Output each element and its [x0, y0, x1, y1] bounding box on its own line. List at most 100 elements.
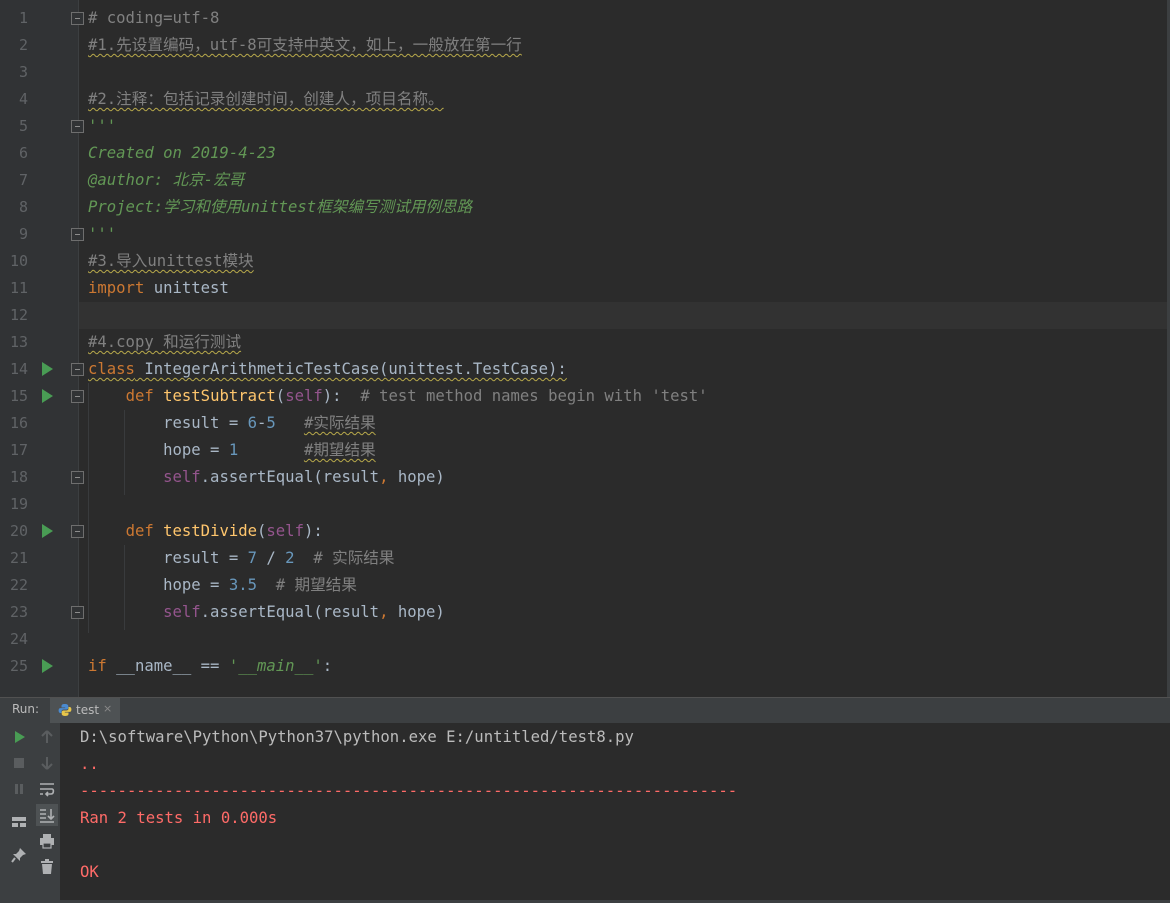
- run-gutter-icon[interactable]: [42, 524, 53, 538]
- code-token: #3.导入unittest模块: [88, 252, 254, 270]
- line-number: 11: [9, 279, 28, 297]
- line-number: 13: [9, 333, 28, 351]
- down-arrow-icon[interactable]: [37, 753, 57, 773]
- print-icon[interactable]: [37, 831, 57, 851]
- code-token: ''': [88, 117, 117, 135]
- code-token: @author: 北京-宏哥: [88, 171, 245, 189]
- code-line[interactable]: if __name__ == '__main__':: [88, 653, 332, 680]
- code-line[interactable]: @author: 北京-宏哥: [88, 167, 244, 194]
- fold-marker-icon[interactable]: [71, 606, 84, 619]
- code-token: import: [88, 279, 145, 297]
- code-line[interactable]: hope = 1 #期望结果: [88, 437, 376, 464]
- rerun-icon[interactable]: [9, 727, 29, 747]
- code-token: 2: [285, 549, 295, 567]
- code-line[interactable]: Project:学习和使用unittest框架编写测试用例思路: [88, 194, 472, 221]
- code-token: def: [125, 387, 154, 405]
- code-line[interactable]: ''': [88, 221, 116, 248]
- fold-marker-icon[interactable]: [71, 120, 84, 133]
- code-line[interactable]: #3.导入unittest模块: [88, 248, 254, 275]
- run-toolbar: [0, 723, 60, 903]
- fold-marker-icon[interactable]: [71, 390, 84, 403]
- code-line[interactable]: self.assertEqual(result, hope): [88, 464, 445, 491]
- code-token: ):: [322, 387, 361, 405]
- code-editor[interactable]: # coding=utf-8 #1.先设置编码，utf-8可支持中英文，如上，一般…: [0, 0, 1170, 697]
- code-token: ):: [303, 522, 323, 540]
- line-number: 10: [9, 252, 28, 270]
- run-tab-test[interactable]: test ×: [50, 698, 120, 723]
- code-line[interactable]: #2.注释：包括记录创建时间，创建人，项目名称。: [88, 86, 444, 113]
- stop-icon[interactable]: [9, 753, 29, 773]
- code-token: /: [257, 549, 286, 567]
- code-token: 3.5: [228, 576, 257, 594]
- run-gutter-icon[interactable]: [42, 659, 53, 673]
- code-line[interactable]: def testSubtract(self): # test method na…: [88, 383, 708, 410]
- fold-marker-icon[interactable]: [71, 363, 84, 376]
- code-line[interactable]: result = 6-5 #实际结果: [88, 410, 376, 437]
- code-token: # coding=utf-8: [88, 9, 220, 27]
- run-gutter-icon[interactable]: [42, 389, 53, 403]
- layout-icon[interactable]: [9, 812, 29, 832]
- line-number: 5: [18, 117, 28, 135]
- line-number: 24: [9, 630, 28, 648]
- current-line-highlight: [79, 302, 1168, 329]
- code-line[interactable]: result = 7 / 2 # 实际结果: [88, 545, 394, 572]
- code-line[interactable]: class IntegerArithmeticTestCase(unittest…: [88, 356, 567, 383]
- soft-wrap-icon[interactable]: [37, 779, 57, 799]
- code-token: # test method names begin with 'test': [360, 387, 708, 405]
- code-line[interactable]: self.assertEqual(result, hope): [88, 599, 445, 626]
- code-token: #期望结果: [303, 441, 376, 459]
- fold-marker-icon[interactable]: [71, 228, 84, 241]
- code-token: testSubtract: [163, 387, 276, 405]
- code-token: -: [257, 414, 267, 432]
- line-number: 6: [18, 144, 28, 162]
- trash-icon[interactable]: [37, 857, 57, 877]
- scroll-to-end-icon[interactable]: [37, 805, 57, 825]
- code-token: 6: [247, 414, 257, 432]
- code-token: (: [257, 522, 267, 540]
- line-number: 1: [18, 9, 28, 27]
- code-token: IntegerArithmeticTestCase(unittest.TestC…: [134, 360, 567, 378]
- line-number: 8: [18, 198, 28, 216]
- code-token: unittest: [144, 279, 229, 297]
- code-token: #实际结果: [303, 414, 376, 432]
- line-number: 18: [9, 468, 28, 486]
- code-line[interactable]: import unittest: [88, 275, 229, 302]
- code-line[interactable]: # coding=utf-8: [88, 5, 219, 32]
- code-line[interactable]: #4.copy 和运行测试: [88, 329, 241, 356]
- code-line[interactable]: hope = 3.5 # 期望结果: [88, 572, 357, 599]
- code-line[interactable]: Created on 2019-4-23: [88, 140, 276, 167]
- code-line[interactable]: #1.先设置编码，utf-8可支持中英文，如上，一般放在第一行: [88, 32, 522, 59]
- code-token: Project:学习和使用unittest框架编写测试用例思路: [88, 198, 473, 216]
- code-token: self: [163, 468, 201, 486]
- code-line[interactable]: ''': [88, 113, 116, 140]
- console-output[interactable]: D:\software\Python\Python37\python.exe E…: [60, 723, 1167, 900]
- code-line[interactable]: def testDivide(self):: [88, 518, 323, 545]
- code-token: #1.先设置编码，utf-8可支持中英文，如上，一般放在第一行: [88, 36, 522, 54]
- line-number: 19: [9, 495, 28, 513]
- up-arrow-icon[interactable]: [37, 727, 57, 747]
- line-number: 2: [18, 36, 28, 54]
- pin-icon[interactable]: [9, 845, 29, 865]
- code-token: result =: [88, 549, 248, 567]
- python-icon: [58, 704, 72, 716]
- run-tool-window: Run: test × D:\software\Python\Python37\…: [0, 697, 1170, 903]
- code-token: :: [322, 657, 333, 675]
- code-token: 7: [247, 549, 257, 567]
- line-number: 20: [9, 522, 28, 540]
- console-line: D:\software\Python\Python37\python.exe E…: [80, 728, 634, 746]
- console-line: Ran 2 tests in 0.000s: [80, 809, 278, 827]
- fold-marker-icon[interactable]: [71, 525, 84, 538]
- console-line: ..: [80, 755, 99, 773]
- line-number: 14: [9, 360, 28, 378]
- close-icon[interactable]: ×: [103, 702, 112, 715]
- line-number: 3: [18, 63, 28, 81]
- code-token: __name__ ==: [106, 657, 229, 675]
- run-gutter-icon[interactable]: [42, 362, 53, 376]
- fold-marker-icon[interactable]: [71, 471, 84, 484]
- pause-icon[interactable]: [9, 779, 29, 799]
- fold-marker-icon[interactable]: [71, 12, 84, 25]
